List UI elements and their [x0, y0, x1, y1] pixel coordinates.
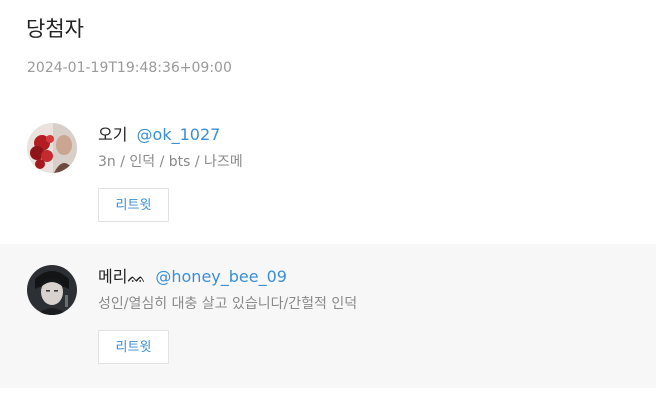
- winner-bio: 성인/열심히 대충 살고 있습니다/간헐적 인덕: [98, 296, 358, 312]
- winner-display-name: 메리ᨐ: [98, 267, 147, 286]
- winner-handle-link[interactable]: @honey_bee_09: [155, 267, 287, 286]
- winner-name-line: 메리ᨐ @honey_bee_09: [98, 266, 287, 288]
- winner-display-name: 오기: [98, 125, 128, 144]
- avatar-photo-icon: [27, 123, 77, 173]
- retweet-button[interactable]: 리트윗: [98, 330, 169, 364]
- winner-name-line: 오기 @ok_1027: [98, 124, 220, 146]
- draw-timestamp: 2024-01-19T19:48:36+09:00: [27, 60, 232, 76]
- avatar[interactable]: [27, 265, 77, 315]
- avatar[interactable]: [27, 123, 77, 173]
- avatar-photo-icon: [27, 265, 77, 315]
- page-title: 당첨자: [26, 17, 84, 41]
- retweet-button[interactable]: 리트윗: [98, 188, 169, 222]
- winner-handle-link[interactable]: @ok_1027: [137, 125, 221, 144]
- winner-item: 메리ᨐ @honey_bee_09 성인/열심히 대충 살고 있습니다/간헐적 …: [0, 244, 656, 388]
- winner-bio: 3n / 인덕 / bts / 나즈메: [98, 154, 243, 170]
- winner-item: 오기 @ok_1027 3n / 인덕 / bts / 나즈메 리트윗: [0, 102, 656, 244]
